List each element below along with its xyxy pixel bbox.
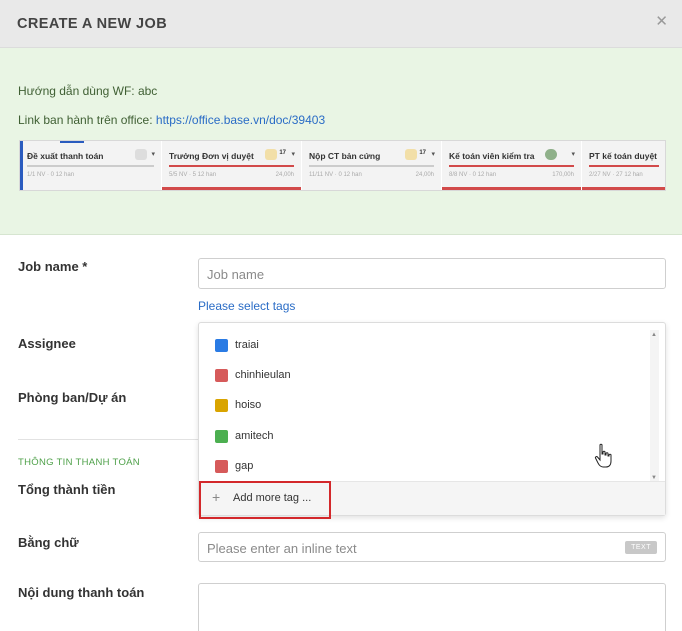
stage-meta: 11/11 NV · 0 12 han bbox=[309, 172, 362, 178]
overdue-bar bbox=[442, 187, 581, 190]
content-textarea[interactable] bbox=[198, 583, 666, 631]
tag-label: hoiso bbox=[235, 399, 262, 411]
stage-name: PT kế toán duyệt bbox=[589, 151, 658, 161]
stage-name: Nộp CT bản cứng bbox=[309, 151, 381, 161]
tag-label: gap bbox=[235, 460, 254, 472]
stage-count: 17 bbox=[419, 150, 426, 156]
assignee-label: Assignee bbox=[18, 336, 76, 351]
workflow-guide-panel: Hướng dẫn dùng WF: abc Link ban hành trê… bbox=[0, 48, 682, 235]
tag-option-gap[interactable]: gap bbox=[215, 456, 253, 476]
tag-color-swatch bbox=[215, 368, 228, 382]
stage-name: Kế toán viên kiểm tra bbox=[449, 151, 535, 161]
workflow-stage-4: Kế toán viên kiểm tra ▾ 8/8 NV · 0 12 ha… bbox=[442, 141, 582, 190]
stage-meta: 2/27 NV · 27 12 han bbox=[589, 172, 643, 178]
hand-cursor-icon bbox=[594, 443, 614, 474]
chevron-down-icon: ▾ bbox=[291, 151, 295, 158]
stage-progress bbox=[449, 165, 574, 167]
tag-option-chinhieulan[interactable]: chinhieulan bbox=[215, 365, 291, 385]
chevron-down-icon: ▾ bbox=[151, 151, 155, 158]
stage-meta: 8/8 NV · 0 12 han bbox=[449, 172, 497, 178]
chevron-down-icon: ▾ bbox=[571, 151, 575, 158]
chevron-down-icon: ▾ bbox=[431, 151, 435, 158]
guide-link[interactable]: https://office.base.vn/doc/39403 bbox=[156, 113, 325, 127]
modal-title: CREATE A NEW JOB bbox=[17, 16, 168, 32]
workflow-stage-5: PT kế toán duyệt 2/27 NV · 27 12 han bbox=[582, 141, 665, 190]
avatar bbox=[135, 149, 147, 160]
job-name-placeholder: Job name bbox=[207, 267, 265, 282]
tag-label: traiai bbox=[235, 339, 259, 351]
workflow-stage-1: Đề xuất thanh toán ▾ 1/1 NV · 0 12 han bbox=[20, 141, 162, 190]
active-stage-indicator bbox=[60, 141, 84, 143]
workflow-stage-2: Trưởng Đơn vị duyệt 17 ▾ 5/5 NV · 5 12 h… bbox=[162, 141, 302, 190]
total-label: Tổng thành tiền bbox=[18, 482, 116, 497]
job-name-label: Job name * bbox=[18, 259, 88, 274]
scroll-up-icon[interactable]: ▲ bbox=[651, 332, 657, 338]
stage-progress bbox=[309, 165, 434, 167]
modal-header: CREATE A NEW JOB ✕ bbox=[0, 0, 682, 48]
stage-time: 24,00h bbox=[275, 172, 294, 178]
tag-option-hoiso[interactable]: hoiso bbox=[215, 395, 261, 415]
stage-meta: 5/5 NV · 5 12 han bbox=[169, 172, 217, 178]
stage-progress bbox=[169, 165, 294, 167]
select-tags-link[interactable]: Please select tags bbox=[198, 299, 295, 313]
department-label: Phòng ban/Dự án bbox=[18, 390, 127, 405]
workflow-stage-3: Nộp CT bản cứng 17 ▾ 11/11 NV · 0 12 han… bbox=[302, 141, 442, 190]
stage-count: 17 bbox=[279, 150, 286, 156]
toggle-icon bbox=[545, 149, 557, 160]
tag-color-swatch bbox=[215, 429, 228, 443]
guide-text: Hướng dẫn dùng WF: abc bbox=[18, 84, 158, 98]
overdue-bar bbox=[582, 187, 665, 190]
workflow-preview: Đề xuất thanh toán ▾ 1/1 NV · 0 12 han T… bbox=[19, 140, 666, 191]
stage-progress bbox=[589, 165, 659, 167]
stage-time: 24,00h bbox=[415, 172, 434, 178]
stage-name: Đề xuất thanh toán bbox=[27, 151, 104, 161]
tag-color-swatch bbox=[215, 338, 228, 352]
job-name-input[interactable]: Job name bbox=[198, 258, 666, 289]
stage-name: Trưởng Đơn vị duyệt bbox=[169, 151, 254, 161]
tag-label: chinhieulan bbox=[235, 369, 291, 381]
in-words-label: Bằng chữ bbox=[18, 535, 79, 550]
tag-color-swatch bbox=[215, 398, 228, 412]
guide-link-prefix: Link ban hành trên office: bbox=[18, 113, 156, 127]
active-stage-marker bbox=[20, 141, 23, 190]
tag-label: amitech bbox=[235, 430, 274, 442]
stage-meta: 1/1 NV · 0 12 han bbox=[27, 172, 75, 178]
in-words-placeholder: Please enter an inline text bbox=[207, 541, 357, 556]
content-label: Nội dung thanh toán bbox=[18, 585, 145, 600]
highlight-box bbox=[199, 481, 331, 519]
stage-progress bbox=[27, 165, 154, 167]
close-icon[interactable]: ✕ bbox=[655, 12, 668, 30]
section-divider bbox=[18, 439, 198, 440]
guide-link-line: Link ban hành trên office: https://offic… bbox=[18, 113, 325, 127]
tag-color-swatch bbox=[215, 459, 228, 473]
section-title: THÔNG TIN THANH TOÁN bbox=[18, 457, 140, 468]
in-words-input[interactable]: Please enter an inline text TEXT bbox=[198, 532, 666, 562]
tag-option-traiai[interactable]: traiai bbox=[215, 335, 259, 355]
avatar bbox=[405, 149, 417, 160]
overdue-bar bbox=[162, 187, 301, 190]
avatar bbox=[265, 149, 277, 160]
dropdown-scrollbar[interactable]: ▲ ▼ bbox=[650, 330, 659, 482]
tag-option-amitech[interactable]: amitech bbox=[215, 426, 274, 446]
text-badge: TEXT bbox=[625, 541, 657, 554]
stage-time: 170,00h bbox=[552, 172, 574, 178]
